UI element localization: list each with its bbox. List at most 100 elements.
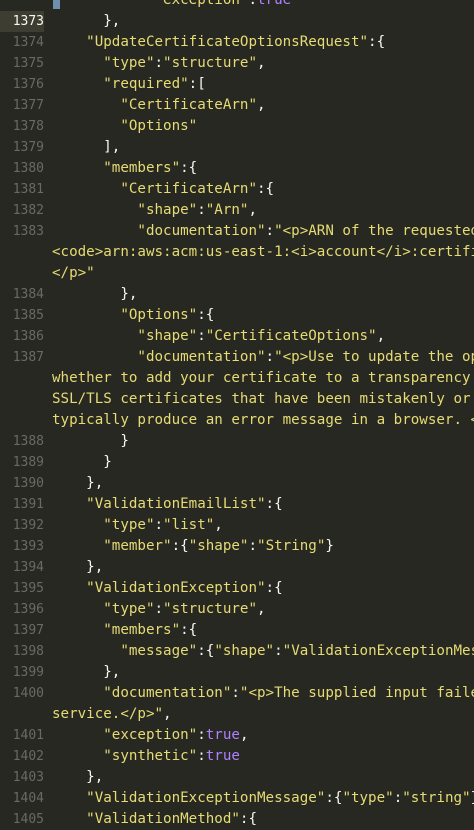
code-line[interactable]: 1390 },: [0, 473, 474, 494]
code-token: <code>arn:aws:acm:us-east-1:<i>account</…: [52, 244, 474, 260]
code-token: "shape": [214, 643, 275, 659]
code-token: }: [52, 433, 129, 449]
line-number: 1390: [12, 476, 44, 491]
code-token: "ValidationEmailList": [86, 496, 266, 512]
line-number: 1375: [12, 56, 44, 71]
code-token: "UpdateCertificateOptionsRequest": [86, 34, 369, 50]
code-line[interactable]: 1375 "type":"structure",: [0, 53, 474, 74]
code-text: }: [44, 452, 112, 473]
code-token: "members": [103, 622, 181, 638]
code-token: :: [248, 538, 258, 554]
code-token: :: [154, 517, 164, 533]
code-token: },: [52, 475, 104, 491]
code-line[interactable]: 1394 },: [0, 557, 474, 578]
code-line[interactable]: "exception":true: [0, 0, 474, 11]
code-line[interactable]: 1400 "documentation":"<p>The supplied in…: [0, 683, 474, 704]
code-text: </p>": [44, 263, 95, 284]
code-token: :: [154, 55, 164, 71]
code-line[interactable]: 1385 "Options":{: [0, 305, 474, 326]
code-line[interactable]: typically produce an error message in a …: [0, 410, 474, 431]
line-number: 1392: [12, 518, 44, 533]
code-token: "Options": [120, 307, 198, 323]
code-line[interactable]: 1388 }: [0, 431, 474, 452]
code-line[interactable]: 1373 },: [0, 0, 474, 32]
code-line[interactable]: 1381 "CertificateArn":{: [0, 179, 474, 200]
code-line[interactable]: 1374 "UpdateCertificateOptionsRequest":{: [0, 32, 474, 53]
code-token: "type": [103, 517, 155, 533]
code-line[interactable]: 1393 "member":{"shape":"String"}: [0, 536, 474, 557]
code-editor[interactable]: "exception":true 1373 }, 1374 "UpdateCerti…: [0, 0, 474, 830]
code-text: service.</p>",: [44, 704, 172, 725]
code-token: ,: [257, 601, 266, 617]
code-token: "CertificateOptions": [205, 328, 377, 344]
code-line[interactable]: 1391 "ValidationEmailList":{: [0, 494, 474, 515]
code-token: "Arn": [205, 202, 249, 218]
code-token: :{: [239, 811, 258, 827]
code-token: },: [52, 559, 104, 575]
code-token: "exception": [154, 0, 249, 8]
code-line[interactable]: 1382 "shape":"Arn",: [0, 200, 474, 221]
code-token: "ValidationExceptionMessage": [86, 790, 326, 806]
code-text: }: [44, 431, 129, 452]
line-number: 1401: [12, 728, 44, 743]
code-token: :: [197, 727, 206, 743]
code-line[interactable]: 1392 "type":"list",: [0, 515, 474, 536]
code-line[interactable]: 1401 "exception":true,: [0, 725, 474, 746]
line-number: 1400: [12, 686, 44, 701]
code-line[interactable]: 1405 "ValidationMethod":{: [0, 809, 474, 830]
code-line[interactable]: 1403 },: [0, 767, 474, 788]
code-line[interactable]: 1389 }: [0, 452, 474, 473]
code-token: "ValidationMethod": [86, 811, 240, 827]
code-line[interactable]: 1376 "required":[: [0, 74, 474, 95]
code-token: ],: [52, 139, 121, 155]
code-token: whether to add your certificate to a tra…: [52, 370, 474, 386]
code-text: "Options":{: [44, 305, 214, 326]
code-line[interactable]: SSL/TLS certificates that have been mist…: [0, 389, 474, 410]
code-token: ,: [257, 97, 266, 113]
code-line[interactable]: 1378 "Options": [0, 116, 474, 137]
line-number: [0, 263, 44, 284]
code-line[interactable]: 1396 "type":"structure",: [0, 599, 474, 620]
code-line[interactable]: whether to add your certificate to a tra…: [0, 368, 474, 389]
code-line[interactable]: 1402 "synthetic":true: [0, 746, 474, 767]
code-line[interactable]: 1383 "documentation":"<p>ARN of the requ…: [0, 221, 474, 242]
code-line[interactable]: 1380 "members":{: [0, 158, 474, 179]
code-line[interactable]: service.</p>",: [0, 704, 474, 725]
code-line[interactable]: 1404 "ValidationExceptionMessage":{"type…: [0, 788, 474, 809]
code-text: },: [44, 767, 103, 788]
code-token: "structure": [163, 55, 258, 71]
line-number: 1393: [12, 539, 44, 554]
code-text: },: [44, 662, 120, 683]
code-token: "message": [120, 643, 198, 659]
code-line[interactable]: </p>": [0, 263, 474, 284]
code-token: "<p>The supplied input failed t: [239, 685, 474, 701]
code-token: },: [52, 13, 121, 29]
line-number: 1380: [12, 161, 44, 176]
current-line-marker: [53, 0, 60, 9]
code-line[interactable]: <code>arn:aws:acm:us-east-1:<i>account</…: [0, 242, 474, 263]
code-line[interactable]: 1379 ],: [0, 137, 474, 158]
code-token: "documentation": [103, 685, 232, 701]
code-text: "ValidationExceptionMessage":{"type":"st…: [44, 788, 474, 809]
code-line[interactable]: 1399 },: [0, 662, 474, 683]
code-line[interactable]: 1386 "shape":"CertificateOptions",: [0, 326, 474, 347]
code-line[interactable]: 1384 },: [0, 284, 474, 305]
code-text: "type":"structure",: [44, 53, 265, 74]
code-line[interactable]: 1398 "message":{"shape":"ValidationExcep…: [0, 641, 474, 662]
code-token: "ValidationException": [86, 580, 266, 596]
code-token: "<p>ARN of the requested ce: [274, 223, 474, 239]
code-token: true: [205, 727, 240, 743]
code-line[interactable]: 1397 "members":{: [0, 620, 474, 641]
code-line[interactable]: 1377 "CertificateArn",: [0, 95, 474, 116]
code-line[interactable]: 1395 "ValidationException":{: [0, 578, 474, 599]
line-number: 1388: [12, 434, 44, 449]
code-line[interactable]: 1387 "documentation":"<p>Use to update t…: [0, 347, 474, 368]
code-text: "type":"list",: [44, 515, 223, 536]
code-text: },: [44, 11, 120, 32]
